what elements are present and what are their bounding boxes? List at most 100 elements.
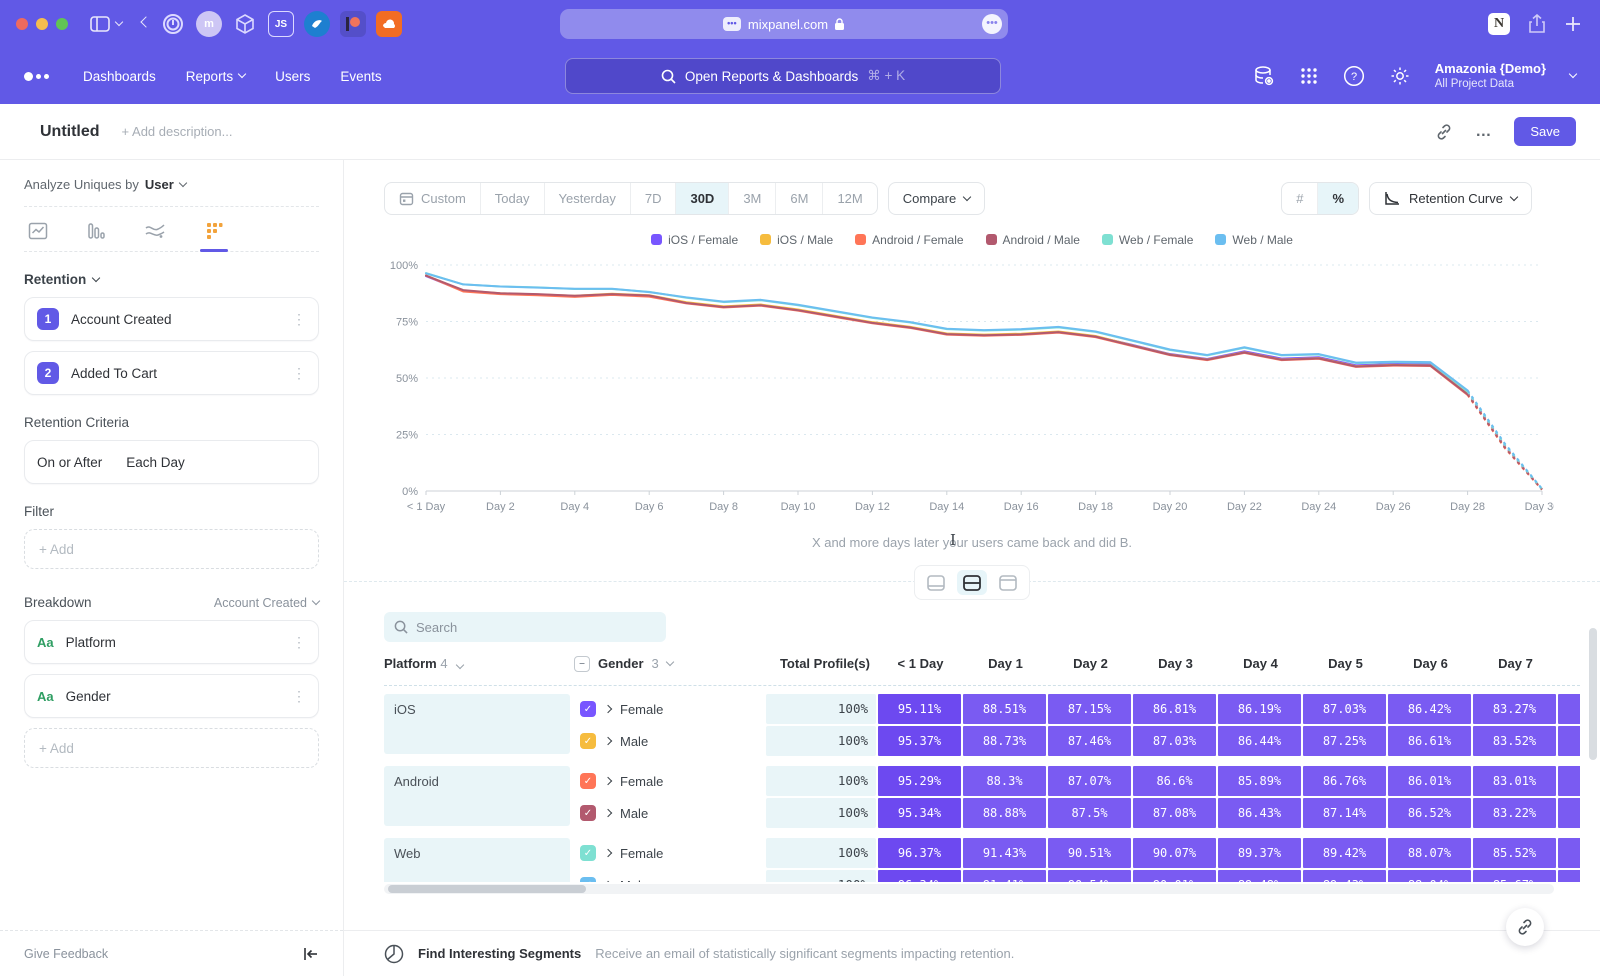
retention-value-cell[interactable]: 87.08% <box>1133 798 1216 828</box>
day-column-header[interactable]: Day 5 <box>1303 656 1388 671</box>
retention-value-cell[interactable]: 86.6% <box>1133 766 1216 796</box>
tab-flows[interactable] <box>144 221 166 251</box>
collapse-sidebar-icon[interactable] <box>303 947 319 961</box>
back-icon[interactable] <box>142 22 150 26</box>
range-yesterday[interactable]: Yesterday <box>545 183 631 214</box>
copy-link-icon[interactable] <box>1435 123 1453 141</box>
legend-item[interactable]: Android / Female <box>855 233 963 247</box>
nav-users[interactable]: Users <box>275 69 310 84</box>
gender-cell[interactable]: ✓Male <box>574 726 764 756</box>
new-tab-icon[interactable] <box>1564 15 1582 33</box>
retention-value-cell[interactable]: 95.11% <box>878 694 961 724</box>
retention-value-cell[interactable]: 95.37% <box>878 726 961 756</box>
retention-value-cell[interactable]: 91.41% <box>963 870 1046 882</box>
retention-value-cell[interactable]: 88.88% <box>963 798 1046 828</box>
sidebar-toggle-icon[interactable] <box>90 16 122 32</box>
zoom-window-button[interactable] <box>56 18 68 30</box>
range-30d[interactable]: 30D <box>676 183 729 214</box>
notion-extension-icon[interactable]: N <box>1488 13 1510 35</box>
retention-value-cell[interactable]: 87.46% <box>1048 726 1131 756</box>
retention-value-cell[interactable]: 83.22% <box>1473 798 1556 828</box>
retention-value-cell[interactable]: 89.48% <box>1218 870 1301 882</box>
retention-value-cell[interactable]: 86.81% <box>1133 694 1216 724</box>
select-all-checkbox[interactable]: – <box>574 656 590 672</box>
retention-value-cell[interactable]: 89.37% <box>1218 838 1301 868</box>
retention-value-cell[interactable]: 89.43% <box>1303 870 1386 882</box>
nav-reports[interactable]: Reports <box>186 69 245 84</box>
retention-value-cell[interactable]: 87.14% <box>1303 798 1386 828</box>
kebab-menu-icon[interactable]: ⋮ <box>292 316 306 322</box>
retention-value-cell[interactable]: 96.37% <box>878 838 961 868</box>
retention-value-cell[interactable]: 87.15% <box>1048 694 1131 724</box>
breakdown-platform[interactable]: Aa Platform ⋮ <box>24 620 319 664</box>
gender-cell[interactable]: ✓Male <box>574 870 764 882</box>
retention-value-cell[interactable]: 86.43% <box>1218 798 1301 828</box>
retention-value-cell[interactable]: 86.52% <box>1388 798 1471 828</box>
tab-retention[interactable] <box>204 221 224 251</box>
series-checkbox[interactable]: ✓ <box>580 733 596 749</box>
retention-line-chart[interactable]: 100%75%50%25%0%< 1 DayDay 2Day 4Day 6Day… <box>374 253 1554 527</box>
data-management-icon[interactable] <box>1253 65 1275 87</box>
retention-value-cell[interactable]: 85.52% <box>1473 838 1556 868</box>
save-button[interactable]: Save <box>1514 117 1576 146</box>
table-only-toggle[interactable] <box>993 570 1023 595</box>
breakdown-target-select[interactable]: Account Created <box>214 596 319 610</box>
criteria-interval[interactable]: Each Day <box>126 455 185 470</box>
global-search-input[interactable]: Open Reports & Dashboards ⌘ + K <box>565 58 1001 94</box>
help-icon[interactable]: ? <box>1343 65 1365 87</box>
expand-row-icon[interactable] <box>604 705 612 713</box>
retention-value-cell[interactable]: 85.89% <box>1218 766 1301 796</box>
vertical-scrollbar[interactable] <box>1589 628 1597 760</box>
minimize-window-button[interactable] <box>36 18 48 30</box>
table-search-input[interactable]: Search <box>384 612 666 642</box>
soundcloud-icon[interactable] <box>376 11 402 37</box>
mixpanel-logo[interactable] <box>24 72 49 81</box>
split-view-toggle[interactable] <box>957 570 987 595</box>
retention-value-cell[interactable]: 90.01% <box>1133 870 1216 882</box>
unit-percent-toggle[interactable]: % <box>1318 183 1358 214</box>
breakdown-gender[interactable]: Aa Gender ⋮ <box>24 674 319 718</box>
range-7d[interactable]: 7D <box>631 183 677 214</box>
retention-value-cell[interactable]: 83.01% <box>1473 766 1556 796</box>
retention-value-cell[interactable]: 86.19% <box>1218 694 1301 724</box>
retention-value-cell[interactable]: 87.07% <box>1048 766 1131 796</box>
platform-column-header[interactable]: Platform 4 <box>384 656 574 671</box>
js-icon[interactable]: JS <box>268 11 294 37</box>
compare-button[interactable]: Compare <box>888 182 985 215</box>
range-12m[interactable]: 12M <box>823 183 876 214</box>
day-column-header[interactable]: Day 6 <box>1388 656 1473 671</box>
retention-value-cell[interactable]: 87.03% <box>1303 694 1386 724</box>
legend-item[interactable]: Web / Male <box>1215 233 1292 247</box>
account-switcher[interactable]: Amazonia {Demo} All Project Data <box>1435 61 1546 92</box>
legend-item[interactable]: Android / Male <box>986 233 1080 247</box>
settings-gear-icon[interactable] <box>1389 65 1411 87</box>
retention-value-cell[interactable]: 89.42% <box>1303 838 1386 868</box>
day-column-header[interactable]: < 1 Day <box>878 656 963 671</box>
retention-value-cell[interactable]: 87.5% <box>1048 798 1131 828</box>
retention-step-1[interactable]: 1 Account Created ⋮ <box>24 297 319 341</box>
series-checkbox[interactable]: ✓ <box>580 805 596 821</box>
range-custom[interactable]: Custom <box>385 183 481 214</box>
kebab-menu-icon[interactable]: ⋮ <box>292 693 306 699</box>
retention-value-cell[interactable]: 87.25% <box>1303 726 1386 756</box>
horizontal-scrollbar[interactable] <box>384 884 1554 894</box>
retention-value-cell[interactable]: 87.03% <box>1133 726 1216 756</box>
retention-value-cell[interactable]: 88.04% <box>1388 870 1471 882</box>
tab-insights[interactable] <box>28 221 48 251</box>
series-checkbox[interactable]: ✓ <box>580 773 596 789</box>
scrollbar-thumb[interactable] <box>388 885 586 893</box>
retention-value-cell[interactable]: 90.54% <box>1048 870 1131 882</box>
platform-cell[interactable]: Web <box>384 838 570 882</box>
day-column-header[interactable]: Day 2 <box>1048 656 1133 671</box>
range-3m[interactable]: 3M <box>729 183 776 214</box>
retention-value-cell[interactable]: 86.01% <box>1388 766 1471 796</box>
retention-value-cell[interactable]: 83.27% <box>1473 694 1556 724</box>
segments-title[interactable]: Find Interesting Segments <box>418 946 581 961</box>
chart-only-toggle[interactable] <box>921 570 951 595</box>
unit-count-toggle[interactable]: # <box>1282 183 1318 214</box>
gender-cell[interactable]: ✓Female <box>574 694 764 724</box>
close-window-button[interactable] <box>16 18 28 30</box>
page-actions-icon[interactable]: ••• <box>982 14 1002 34</box>
gender-cell[interactable]: ✓Male <box>574 798 764 828</box>
retention-value-cell[interactable]: 90.07% <box>1133 838 1216 868</box>
